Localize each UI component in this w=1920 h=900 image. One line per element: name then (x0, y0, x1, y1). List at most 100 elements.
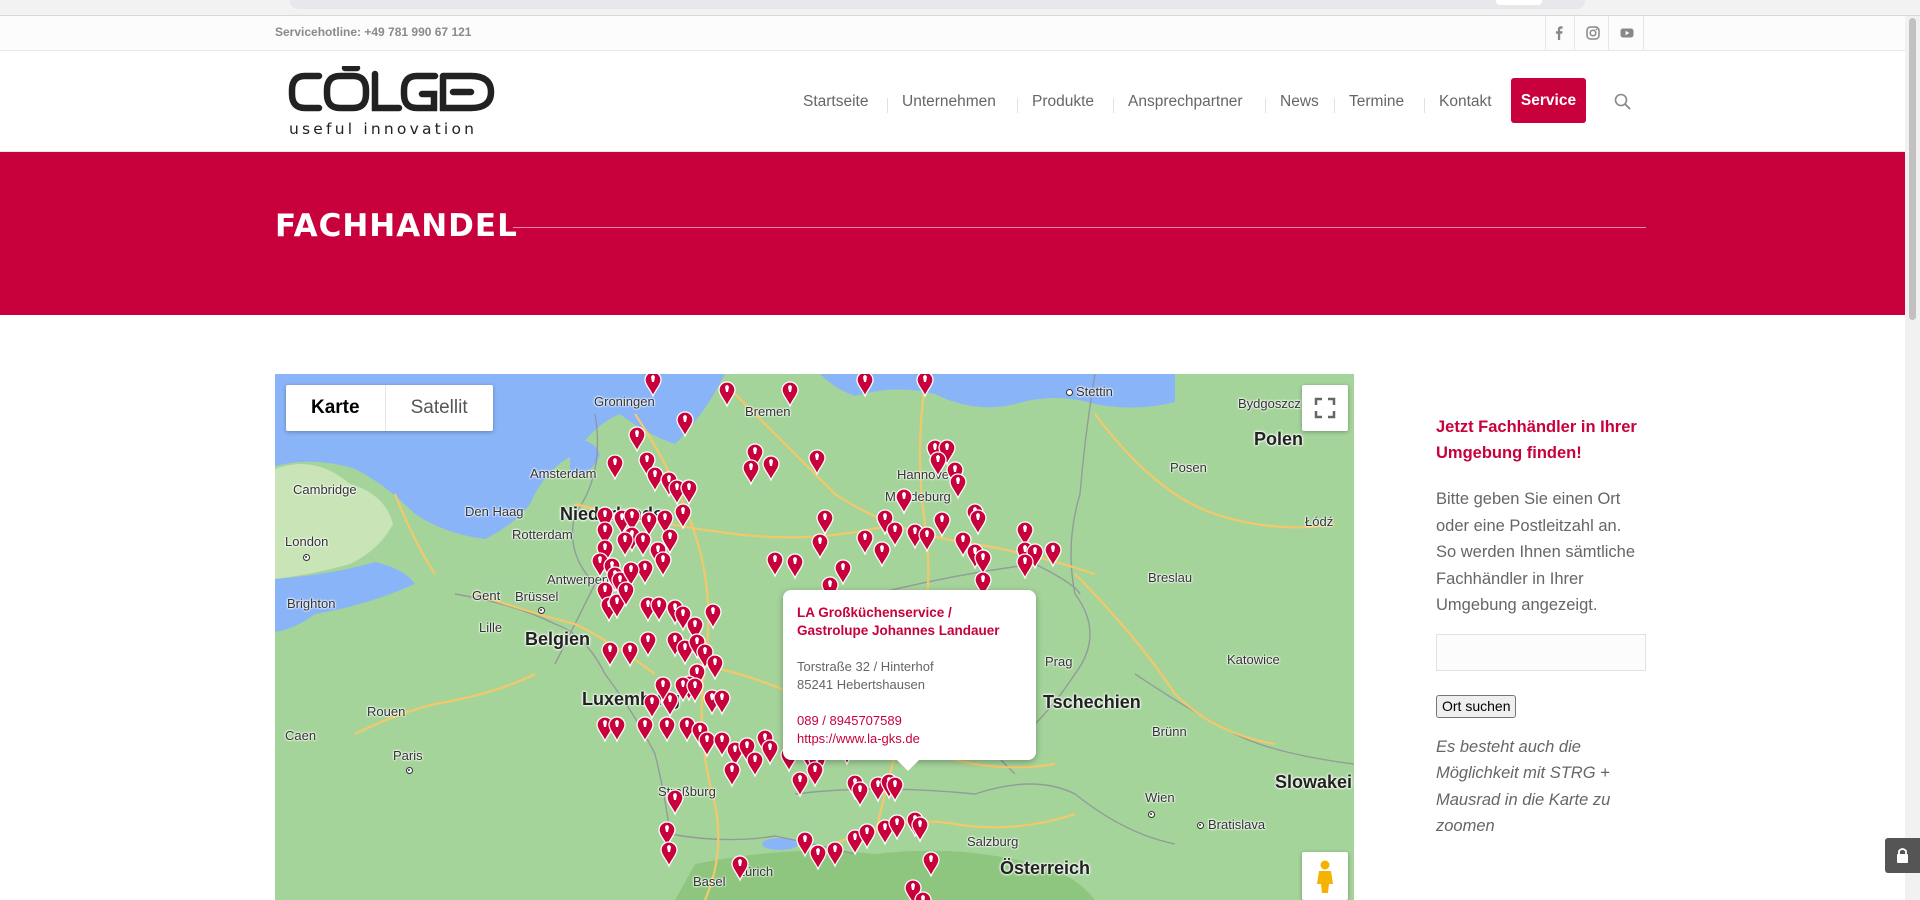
dealer-marker[interactable] (826, 841, 844, 868)
site-logo[interactable]: useful innovation (287, 64, 497, 140)
dealer-marker[interactable] (916, 374, 934, 398)
dealer-marker[interactable] (674, 503, 692, 530)
dealer-marker[interactable] (746, 751, 764, 778)
dealer-marker[interactable] (895, 488, 913, 515)
dealer-marker[interactable] (742, 459, 760, 486)
page-title-banner: FACHHANDEL (0, 152, 1920, 315)
dealer-marker[interactable] (644, 374, 662, 398)
nav-termine[interactable]: Termine (1349, 80, 1404, 124)
page-scrollbar[interactable] (1905, 16, 1920, 900)
dealer-marker[interactable] (969, 509, 987, 536)
dealer-marker[interactable] (654, 551, 672, 578)
dealer-marker[interactable] (636, 559, 654, 586)
dealer-map[interactable]: Karte Satellit Groningen Bremen Stettin … (275, 374, 1354, 900)
dealer-marker[interactable] (650, 596, 668, 623)
sidebar-title: Jetzt Fachhändler in Ihrer Umgebung find… (1436, 418, 1637, 462)
dealer-marker[interactable] (911, 816, 929, 843)
dealer-marker[interactable] (616, 531, 634, 558)
dealer-marker[interactable] (698, 731, 716, 758)
dealer-marker[interactable] (856, 374, 874, 398)
lock-icon[interactable] (1885, 838, 1920, 873)
dealer-marker[interactable] (816, 509, 834, 536)
dealer-marker[interactable] (723, 761, 741, 788)
dealer-marker[interactable] (766, 551, 784, 578)
browser-address-strip (0, 0, 1920, 16)
nav-ansprechpartner[interactable]: Ansprechpartner (1128, 80, 1243, 124)
dealer-marker[interactable] (658, 716, 676, 743)
nav-news[interactable]: News (1280, 80, 1319, 124)
dealer-street: Torstraße 32 / Hinterhof (797, 659, 934, 674)
dealer-marker[interactable] (762, 455, 780, 482)
dealer-marker[interactable] (639, 631, 657, 658)
nav-produkte[interactable]: Produkte (1032, 80, 1094, 124)
dealer-marker[interactable] (676, 411, 694, 438)
title-divider-line (513, 227, 1646, 228)
nav-unternehmen[interactable]: Unternehmen (902, 80, 996, 124)
dealer-marker[interactable] (809, 844, 827, 871)
dealer-marker[interactable] (791, 771, 809, 798)
dealer-website-link[interactable]: https://www.la-gks.de (797, 730, 1022, 748)
dealer-marker[interactable] (718, 381, 736, 408)
dealer-marker[interactable] (636, 716, 654, 743)
dealer-marker[interactable] (680, 479, 698, 506)
dealer-marker[interactable] (781, 381, 799, 408)
dealer-marker[interactable] (786, 553, 804, 580)
dealer-marker[interactable] (929, 451, 947, 478)
dealer-marker[interactable] (856, 529, 874, 556)
logo-wordmark (288, 64, 495, 112)
dealer-marker[interactable] (606, 454, 624, 481)
facebook-icon[interactable] (1548, 22, 1570, 44)
dealer-marker[interactable] (621, 641, 639, 668)
dealer-marker[interactable] (873, 541, 891, 568)
dealer-marker[interactable] (761, 739, 779, 766)
dealer-city: 85241 Hebertshausen (797, 677, 925, 692)
dealer-marker[interactable] (858, 823, 876, 850)
instagram-icon[interactable] (1582, 22, 1604, 44)
dealer-marker[interactable] (666, 789, 684, 816)
dealer-phone-link[interactable]: 089 / 8945707589 (797, 712, 1022, 730)
dealer-marker[interactable] (706, 654, 724, 681)
dealer-marker[interactable] (1016, 553, 1034, 580)
dealer-marker[interactable] (643, 693, 661, 720)
nav-divider (1334, 98, 1335, 113)
logo-tagline: useful innovation (289, 120, 478, 138)
dealer-marker[interactable] (918, 526, 936, 553)
dealer-marker[interactable] (634, 531, 652, 558)
dealer-marker[interactable] (808, 449, 826, 476)
dealer-marker[interactable] (888, 814, 906, 841)
dealer-marker[interactable] (660, 841, 678, 868)
nav-divider (1265, 98, 1266, 113)
dealer-marker[interactable] (628, 426, 646, 453)
dealer-marker[interactable] (704, 603, 722, 630)
location-search-input[interactable] (1436, 633, 1646, 671)
dealer-marker[interactable] (713, 689, 731, 716)
dealer-marker[interactable] (806, 761, 824, 788)
search-icon[interactable] (1612, 91, 1634, 113)
scrollbar-thumb[interactable] (1909, 18, 1916, 320)
nav-startseite[interactable]: Startseite (803, 80, 868, 124)
sidebar-description: Bitte geben Sie einen Ort oder eine Post… (1436, 490, 1636, 614)
dealer-marker[interactable] (933, 511, 951, 538)
dealer-marker[interactable] (834, 559, 852, 586)
dealer-marker[interactable] (1044, 541, 1062, 568)
dealer-marker[interactable] (601, 641, 619, 668)
dealer-marker[interactable] (811, 533, 829, 560)
nav-divider (1424, 98, 1425, 113)
address-bar[interactable] (290, 0, 1585, 9)
dealer-marker[interactable] (974, 549, 992, 576)
page-title: FACHHANDEL (275, 208, 518, 244)
nav-service[interactable]: Service (1511, 78, 1586, 123)
dealer-marker[interactable] (922, 851, 940, 878)
nav-kontakt[interactable]: Kontakt (1439, 80, 1492, 124)
ort-suchen-button[interactable]: Ort suchen (1436, 694, 1517, 718)
top-bar: Servicehotline: +49 781 990 67 121 (0, 16, 1920, 51)
nav-divider (1017, 98, 1018, 113)
address-bar-button[interactable] (1496, 0, 1542, 5)
youtube-icon[interactable] (1616, 22, 1638, 44)
dealer-marker[interactable] (608, 716, 626, 743)
dealer-marker[interactable] (886, 521, 904, 548)
dealer-marker[interactable] (949, 473, 967, 500)
nav-divider (887, 98, 888, 113)
dealer-marker[interactable] (851, 781, 869, 808)
dealer-marker[interactable] (731, 855, 749, 882)
